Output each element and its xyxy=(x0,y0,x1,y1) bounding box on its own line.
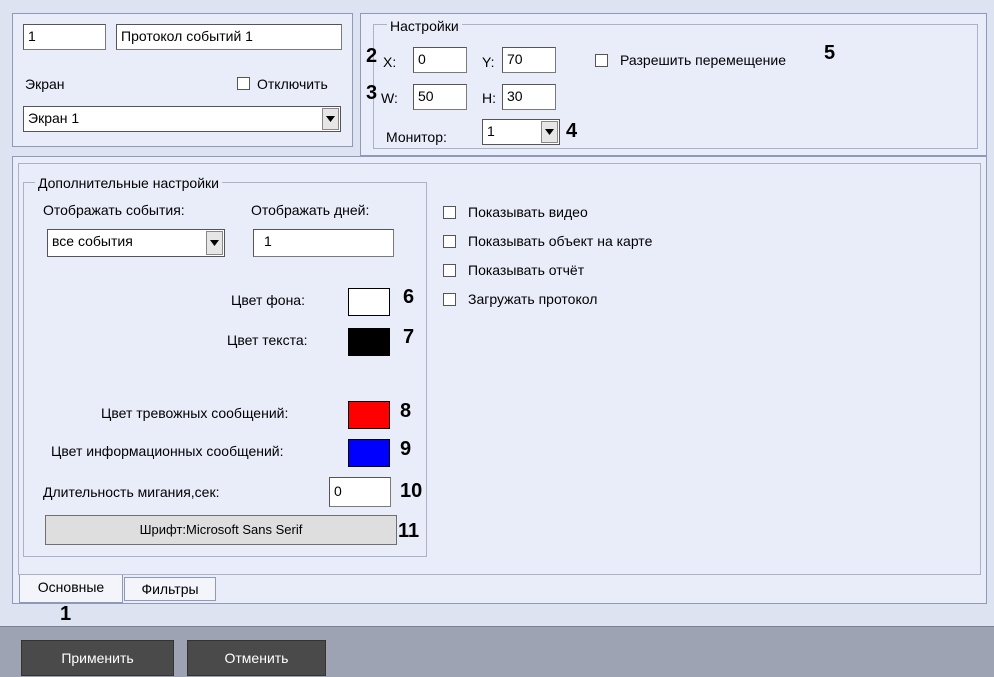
object-id-field[interactable]: 1 xyxy=(23,24,106,50)
object-panel: 1 Протокол событий 1 Экран Отключить Экр… xyxy=(12,13,353,147)
y-input[interactable]: 70 xyxy=(502,47,556,73)
callout-1: 1 xyxy=(60,603,72,625)
monitor-select-value: 1 xyxy=(487,123,495,139)
allow-move-label: Разрешить перемещение xyxy=(620,52,786,68)
callout-9: 9 xyxy=(400,438,412,460)
callout-8: 8 xyxy=(400,400,412,422)
x-input[interactable]: 0 xyxy=(413,47,467,73)
w-input[interactable]: 50 xyxy=(413,84,467,110)
font-button[interactable]: Шрифт:Microsoft Sans Serif xyxy=(45,515,397,545)
screen-select-value: Экран 1 xyxy=(28,110,80,126)
w-label: W: xyxy=(381,90,398,106)
allow-move-checkbox[interactable] xyxy=(595,54,608,67)
show-on-map-label: Показывать объект на карте xyxy=(468,233,653,249)
settings-panel: Настройки X: 0 Y: 70 W: 50 H: 30 Монитор… xyxy=(360,13,987,156)
chevron-down-icon[interactable] xyxy=(206,231,223,255)
callout-5: 5 xyxy=(824,42,836,64)
bg-color-label: Цвет фона: xyxy=(231,292,305,308)
monitor-label: Монитор: xyxy=(386,129,447,145)
load-protocol-label: Загружать протокол xyxy=(468,291,598,307)
show-events-select-value: все события xyxy=(52,233,133,249)
settings-title: Настройки xyxy=(387,18,462,34)
h-input[interactable]: 30 xyxy=(502,84,556,110)
info-color-label: Цвет информационных сообщений: xyxy=(51,443,284,459)
h-label: H: xyxy=(482,90,496,106)
callout-6: 6 xyxy=(403,286,415,308)
callout-10: 10 xyxy=(400,480,423,502)
text-color-label: Цвет текста: xyxy=(227,332,308,348)
additional-title: Дополнительные настройки xyxy=(35,175,222,191)
blink-label: Длительность мигания,сек: xyxy=(43,484,220,500)
callout-7: 7 xyxy=(403,326,415,348)
bg-color-swatch[interactable] xyxy=(348,288,390,316)
monitor-select[interactable]: 1 xyxy=(482,119,560,145)
show-report-checkbox[interactable] xyxy=(443,264,456,277)
alarm-color-swatch[interactable] xyxy=(348,401,390,429)
alarm-color-label: Цвет тревожных сообщений: xyxy=(101,405,289,421)
screen-label: Экран xyxy=(25,76,65,92)
show-days-label: Отображать дней: xyxy=(251,202,370,218)
show-video-checkbox[interactable] xyxy=(443,206,456,219)
disable-label: Отключить xyxy=(257,76,328,92)
object-name-field[interactable]: Протокол событий 1 xyxy=(116,24,342,50)
blink-input[interactable]: 0 xyxy=(329,477,391,507)
show-video-label: Показывать видео xyxy=(468,204,588,220)
callout-2: 2 xyxy=(366,45,378,67)
disable-checkbox[interactable] xyxy=(237,77,250,90)
show-on-map-checkbox[interactable] xyxy=(443,235,456,248)
chevron-down-icon[interactable] xyxy=(322,108,339,130)
callout-11: 11 xyxy=(398,520,420,542)
screen-select[interactable]: Экран 1 xyxy=(23,106,341,132)
apply-button[interactable]: Применить xyxy=(21,640,174,676)
show-report-label: Показывать отчёт xyxy=(468,262,585,278)
chevron-down-icon[interactable] xyxy=(541,121,558,143)
show-events-label: Отображать события: xyxy=(43,202,185,218)
tab-filters[interactable]: Фильтры xyxy=(124,577,216,601)
load-protocol-checkbox[interactable] xyxy=(443,293,456,306)
callout-3: 3 xyxy=(366,82,378,104)
text-color-swatch[interactable] xyxy=(348,328,390,356)
y-label: Y: xyxy=(482,54,495,70)
main-panel: Дополнительные настройки Отображать собы… xyxy=(12,156,987,604)
show-events-select[interactable]: все события xyxy=(47,229,225,257)
show-days-input[interactable]: 1 xyxy=(253,229,394,257)
tab-main[interactable]: Основные xyxy=(19,575,123,603)
x-label: X: xyxy=(383,54,397,70)
callout-4: 4 xyxy=(566,120,578,142)
info-color-swatch[interactable] xyxy=(348,439,390,467)
cancel-button[interactable]: Отменить xyxy=(187,640,326,676)
